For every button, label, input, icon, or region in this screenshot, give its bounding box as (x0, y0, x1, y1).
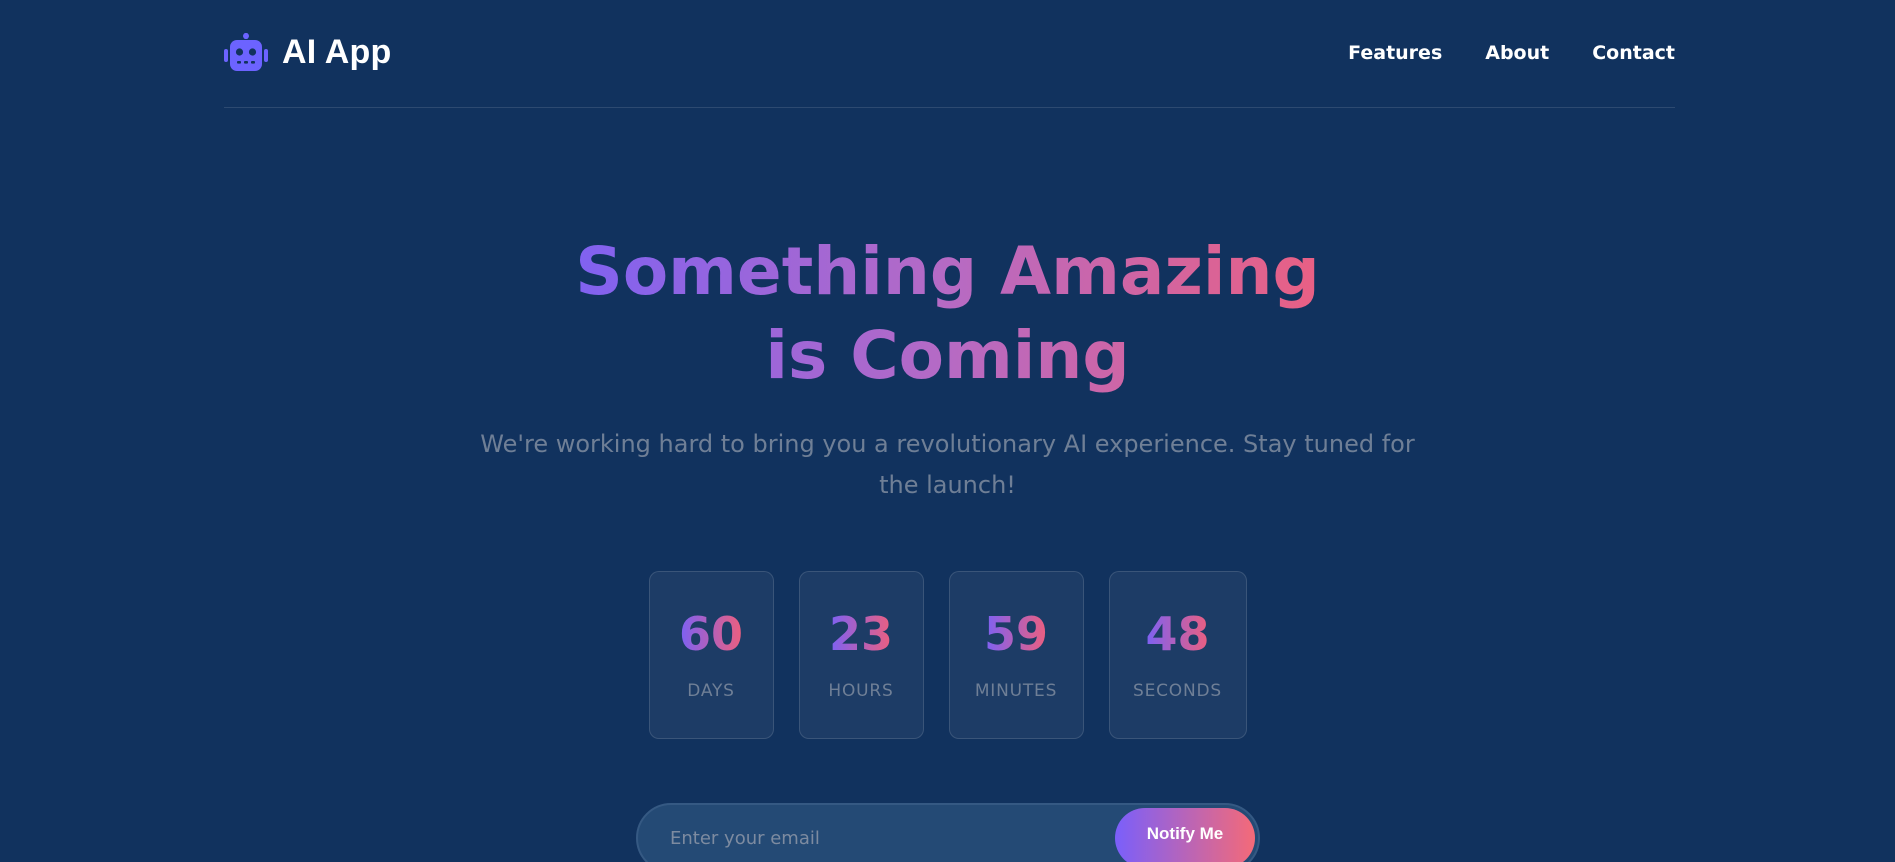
countdown-label: DAYS (687, 681, 735, 701)
countdown-minutes: 59 MINUTES (948, 571, 1084, 739)
nav-links: Features About Contact (1348, 42, 1675, 64)
countdown-value: 60 (678, 607, 743, 661)
brand-name: AI App (282, 33, 392, 71)
countdown-value: 48 (1145, 607, 1210, 661)
hero-subtitle: We're working hard to bring you a revolu… (480, 430, 1415, 499)
countdown-label: MINUTES (974, 681, 1058, 701)
countdown-label: SECONDS (1133, 681, 1222, 701)
coming-soon-page: AI App Features About Contact Something … (0, 0, 1895, 862)
notify-form: Notify Me (636, 803, 1260, 862)
email-input[interactable] (668, 819, 1092, 857)
nav-link-contact[interactable]: Contact (1592, 42, 1675, 64)
countdown-value: 59 (983, 607, 1048, 661)
countdown-seconds: 48 SECONDS (1108, 571, 1247, 739)
countdown-timer: 60 DAYS 23 HOURS 59 MINUTES 48 SECONDS (0, 571, 1895, 739)
notify-me-button[interactable]: Notify Me (1115, 808, 1255, 862)
nav-link-about[interactable]: About (1485, 42, 1549, 64)
navbar: AI App Features About Contact (224, 0, 1675, 108)
brand-logo[interactable]: AI App (224, 32, 392, 73)
hero-title: Something Amazing is Coming (538, 230, 1358, 398)
countdown-hours: 23 HOURS (798, 571, 924, 739)
hero-section: Something Amazing is Coming We're workin… (0, 230, 1895, 506)
nav-link-features[interactable]: Features (1348, 42, 1442, 64)
countdown-label: HOURS (828, 681, 894, 701)
robot-icon (224, 32, 268, 71)
countdown-value: 23 (828, 607, 893, 661)
countdown-days: 60 DAYS (648, 571, 774, 739)
